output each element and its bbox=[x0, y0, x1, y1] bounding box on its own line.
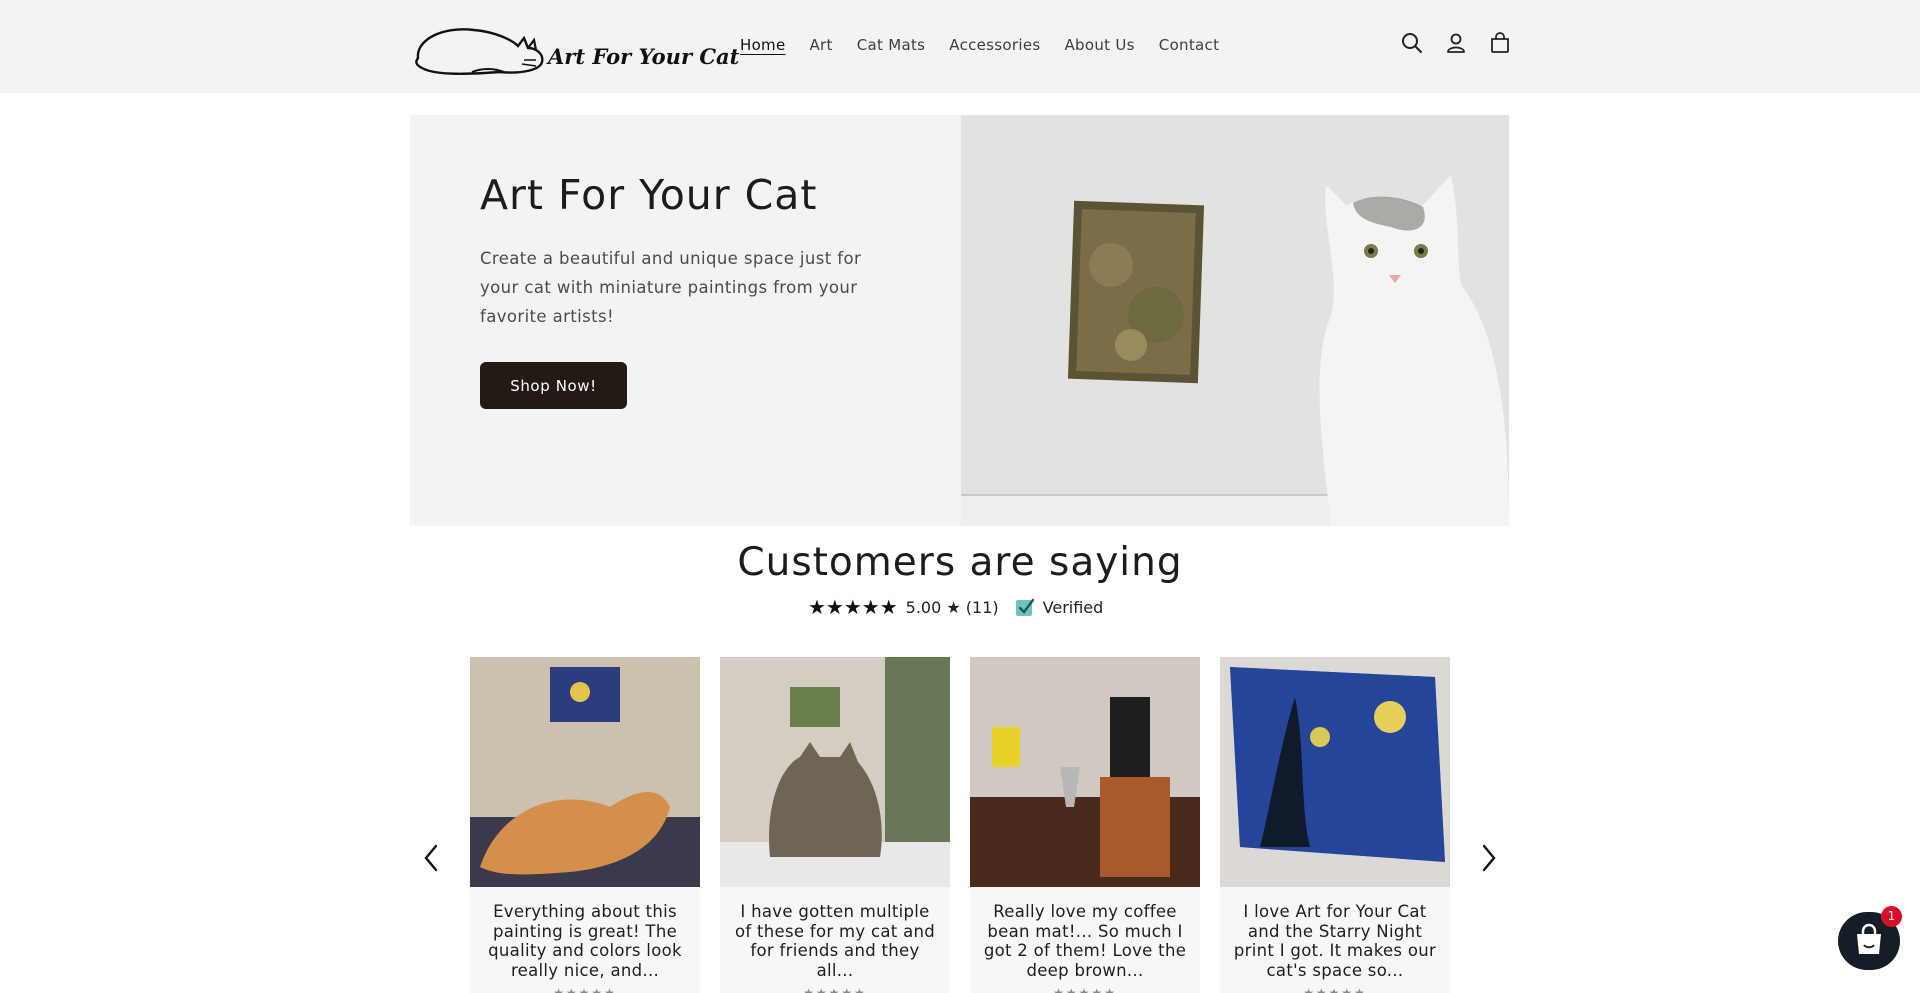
review-stars: ★★★★★ bbox=[553, 986, 617, 993]
cat-logo-icon bbox=[415, 28, 544, 75]
review-stars: ★★★★★ bbox=[1053, 986, 1117, 993]
carousel-prev-arrow-icon[interactable] bbox=[416, 840, 446, 876]
star-rating: ★★★★★ bbox=[808, 595, 898, 619]
review-text: Really love my coffee bean mat!... So mu… bbox=[983, 902, 1187, 980]
reviews-title: Customers are saying bbox=[737, 540, 1183, 585]
hero-description: Create a beautiful and unique space just… bbox=[480, 249, 862, 326]
hero-title: Art For Your Cat bbox=[480, 171, 818, 219]
logo-text: Art For Your Cat bbox=[548, 44, 740, 69]
review-text: I have gotten multiple of these for my c… bbox=[734, 902, 936, 980]
verified-check-icon bbox=[1015, 598, 1034, 616]
review-card[interactable]: I love Art for Your Cat and the Starry N… bbox=[1220, 657, 1450, 993]
main-nav: Home Art Cat Mats Accessories About Us C… bbox=[740, 0, 1243, 89]
rating-text[interactable]: 5.00 ★ (11) bbox=[906, 598, 999, 617]
review-stars: ★★★★★ bbox=[803, 986, 867, 993]
review-photo bbox=[720, 657, 950, 887]
review-photo bbox=[1220, 657, 1450, 887]
nav-contact[interactable]: Contact bbox=[1159, 36, 1219, 54]
review-photo bbox=[470, 657, 700, 887]
nav-accessories[interactable]: Accessories bbox=[949, 36, 1040, 54]
review-stars: ★★★★★ bbox=[1303, 986, 1367, 993]
review-card[interactable]: Everything about this painting is great!… bbox=[470, 657, 700, 993]
nav-cat-mats[interactable]: Cat Mats bbox=[857, 36, 926, 54]
cart-icon[interactable] bbox=[1488, 31, 1512, 55]
carousel-next-arrow-icon[interactable] bbox=[1474, 840, 1504, 876]
review-card[interactable]: I have gotten multiple of these for my c… bbox=[720, 657, 950, 993]
site-header: Art For Your Cat Home Art Cat Mats Acces… bbox=[0, 0, 1920, 93]
nav-art[interactable]: Art bbox=[810, 36, 833, 54]
account-icon[interactable] bbox=[1444, 31, 1468, 55]
hero-image bbox=[961, 115, 1509, 526]
nav-home[interactable]: Home bbox=[740, 36, 786, 54]
review-card[interactable]: Really love my coffee bean mat!... So mu… bbox=[970, 657, 1200, 993]
rating-summary: ★★★★★ 5.00 ★ (11) Verified bbox=[808, 594, 1103, 620]
logo[interactable]: Art For Your Cat bbox=[412, 18, 739, 78]
review-text: I love Art for Your Cat and the Starry N… bbox=[1233, 902, 1437, 980]
review-photo bbox=[970, 657, 1200, 887]
shop-now-button[interactable]: Shop Now! bbox=[480, 362, 627, 409]
search-icon[interactable] bbox=[1400, 31, 1424, 55]
chat-notification-badge: 1 bbox=[1881, 906, 1902, 927]
review-text: Everything about this painting is great!… bbox=[488, 902, 682, 980]
nav-about-us[interactable]: About Us bbox=[1064, 36, 1134, 54]
verified-label: Verified bbox=[1042, 597, 1104, 617]
